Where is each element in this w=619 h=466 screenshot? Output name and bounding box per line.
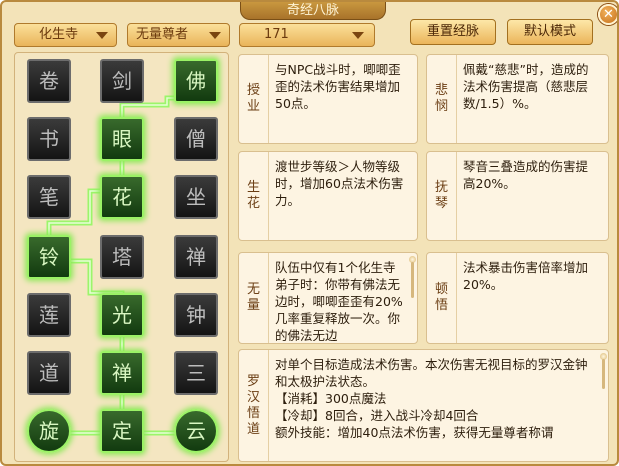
talent-card-shouye: 授业 与NPC战斗时，唧唧歪歪的法术伤害结果增加50点。 bbox=[238, 54, 418, 144]
meridian-node-monk-icon[interactable]: 僧 bbox=[174, 117, 218, 161]
chevron-down-icon bbox=[352, 32, 364, 39]
meridian-node-swirl-icon[interactable]: 旋 bbox=[27, 409, 71, 453]
level-dropdown[interactable]: 171 bbox=[239, 23, 375, 47]
meridian-node-lotus-icon[interactable]: 莲 bbox=[27, 293, 71, 337]
skill-extra-line: 额外技能：增加40点法术伤害，获得无量尊者称谓 bbox=[275, 425, 554, 440]
skill-description: 对单个目标造成法术伤害。本次伤害无视目标的罗汉金钟和太极护法状态。 【消耗】30… bbox=[275, 356, 594, 441]
talent-description: 队伍中仅有1个化生寺弟子时：你带有佛法无边时，唧唧歪歪有20%几率重复释放一次。… bbox=[275, 260, 403, 341]
talent-label: 抚琴 bbox=[434, 180, 448, 211]
window-title: 奇经八脉 bbox=[240, 2, 386, 20]
meridian-node-path-icon[interactable]: 道 bbox=[27, 351, 71, 395]
talent-description: 法术暴击伤害倍率增加20%。 bbox=[463, 260, 589, 292]
meridian-node-meditation-icon[interactable]: 禅 bbox=[100, 351, 144, 395]
talent-card-beimin: 悲悯 佩戴“慈悲”时，造成的法术伤害提高（慈悲层数/1.5）%。 bbox=[426, 54, 609, 144]
chevron-down-icon bbox=[209, 32, 221, 39]
school-dropdown[interactable]: 无量尊者 bbox=[127, 23, 230, 47]
talent-label: 生花 bbox=[246, 180, 260, 211]
talent-card-fuqin: 抚琴 琴音三叠造成的伤害提高20%。 bbox=[426, 151, 609, 241]
meridian-tree-panel: 卷 剑 佛 书 眼 僧 笔 花 坐 铃 塔 禅 莲 光 钟 道 禅 三 旋 定 … bbox=[14, 52, 229, 462]
meridian-node-flower-icon[interactable]: 花 bbox=[100, 175, 144, 219]
meridian-node-bell-icon[interactable]: 铃 bbox=[27, 235, 71, 279]
talent-description: 琴音三叠造成的伤害提高20%。 bbox=[463, 159, 589, 191]
meridian-node-sword-icon[interactable]: 剑 bbox=[100, 59, 144, 103]
talent-description: 佩戴“慈悲”时，造成的法术伤害提高（慈悲层数/1.5）%。 bbox=[463, 62, 589, 111]
meridian-node-pagoda-icon[interactable]: 塔 bbox=[100, 235, 144, 279]
talent-label: 悲悯 bbox=[434, 83, 448, 114]
meridian-node-arhat-icon[interactable]: 定 bbox=[100, 409, 144, 453]
reset-meridian-button[interactable]: 重置经脉 bbox=[410, 19, 496, 45]
meridian-node-triple-icon[interactable]: 三 bbox=[174, 351, 218, 395]
talent-card-dunwu: 顿悟 法术暴击伤害倍率增加20%。 bbox=[426, 252, 609, 344]
talent-description: 与NPC战斗时，唧唧歪歪的法术伤害结果增加50点。 bbox=[275, 62, 401, 111]
skill-cooldown-line: 【冷却】8回合，进入战斗冷却4回合 bbox=[275, 408, 479, 423]
meridian-node-bell-tower-icon[interactable]: 钟 bbox=[174, 293, 218, 337]
talent-label: 授业 bbox=[246, 83, 260, 114]
meridian-node-seated-icon[interactable]: 坐 bbox=[174, 175, 218, 219]
scrollbar-thumb[interactable] bbox=[602, 359, 605, 389]
skill-cost-line: 【消耗】300点魔法 bbox=[275, 391, 387, 406]
meridian-node-cloud-icon[interactable]: 云 bbox=[174, 409, 218, 453]
meridian-node-buddha-icon[interactable]: 佛 bbox=[174, 59, 218, 103]
close-button[interactable]: ✕ bbox=[598, 4, 617, 25]
chevron-down-icon bbox=[96, 32, 108, 39]
meridian-node-halo-icon[interactable]: 光 bbox=[100, 293, 144, 337]
scrollbar-thumb[interactable] bbox=[411, 262, 414, 298]
sect-dropdown[interactable]: 化生寺 bbox=[14, 23, 117, 47]
meridian-node-zen-bowl-icon[interactable]: 禅 bbox=[174, 235, 218, 279]
skill-card-luohan: 罗汉悟道 对单个目标造成法术伤害。本次伤害无视目标的罗汉金钟和太极护法状态。 【… bbox=[238, 349, 609, 462]
talent-label: 无量 bbox=[246, 282, 260, 313]
sect-dropdown-value: 化生寺 bbox=[39, 27, 79, 42]
meridian-node-book-icon[interactable]: 书 bbox=[27, 117, 71, 161]
meridian-node-brush-icon[interactable]: 笔 bbox=[27, 175, 71, 219]
level-value: 171 bbox=[264, 27, 289, 42]
school-dropdown-value: 无量尊者 bbox=[136, 27, 189, 42]
skill-desc-line: 对单个目标造成法术伤害。本次伤害无视目标的罗汉金钟和太极护法状态。 bbox=[275, 357, 588, 389]
talent-card-shenghua: 生花 渡世步等级＞人物等级时，增加60点法术伤害力。 bbox=[238, 151, 418, 241]
meridian-window: 奇经八脉 ✕ 化生寺 无量尊者 171 重置经脉 默认模式 卷 剑 佛 书 眼 … bbox=[0, 0, 619, 466]
skill-label: 罗汉悟道 bbox=[246, 373, 260, 437]
meridian-node-eye-icon[interactable]: 眼 bbox=[100, 117, 144, 161]
default-mode-button[interactable]: 默认模式 bbox=[507, 19, 593, 45]
talent-label: 顿悟 bbox=[434, 282, 448, 313]
meridian-node-scroll-icon[interactable]: 卷 bbox=[27, 59, 71, 103]
talent-description: 渡世步等级＞人物等级时，增加60点法术伤害力。 bbox=[275, 159, 404, 208]
talent-card-wuliang: 无量 队伍中仅有1个化生寺弟子时：你带有佛法无边时，唧唧歪歪有20%几率重复释放… bbox=[238, 252, 418, 344]
